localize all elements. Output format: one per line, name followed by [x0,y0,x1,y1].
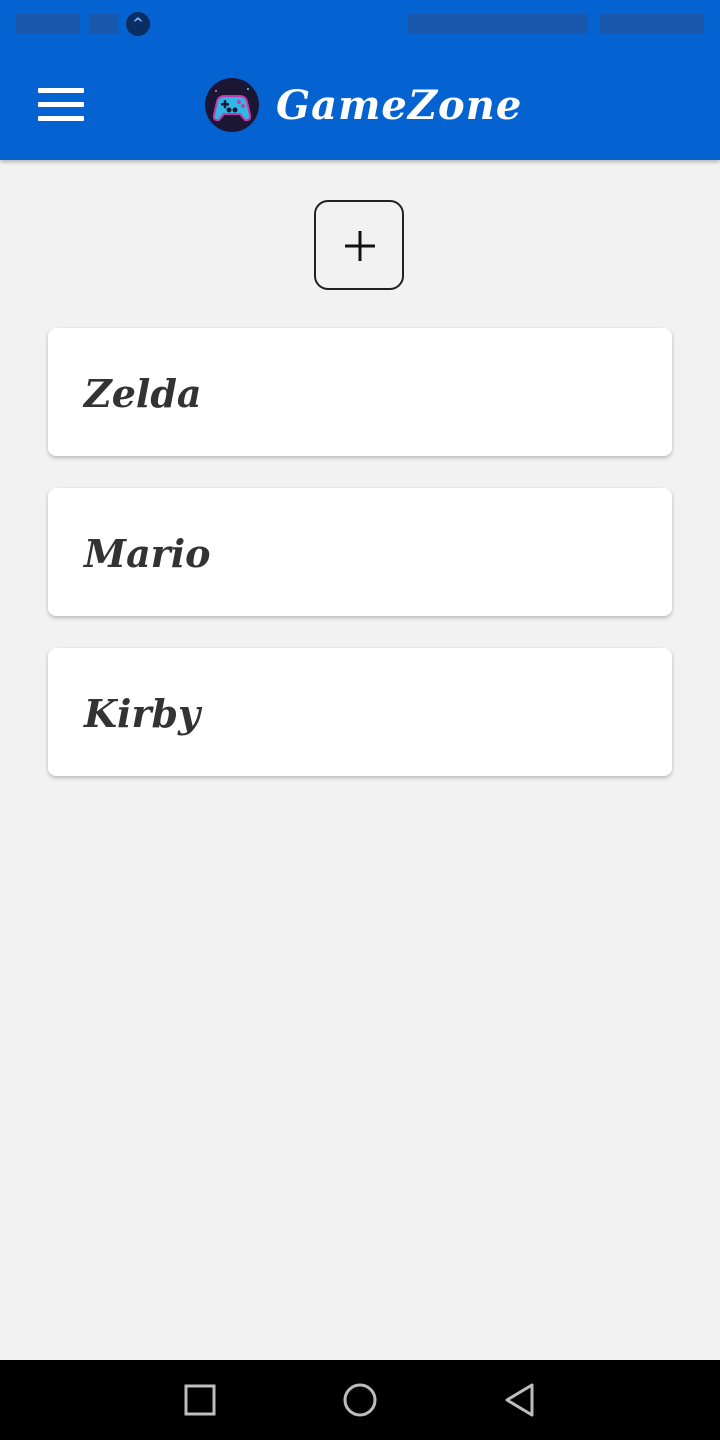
game-list: Zelda Mario Kirby [48,328,672,808]
hamburger-menu-icon[interactable] [28,78,96,130]
recents-square-icon[interactable] [180,1380,220,1420]
app-header: ^ GameZone [0,0,720,160]
status-bar-battery-blurred [600,14,704,34]
notification-app-icon: ^ [126,12,150,36]
back-triangle-icon[interactable] [500,1380,540,1420]
status-bar-carrier-blurred [16,14,80,34]
game-card-kirby[interactable]: Kirby [48,648,672,776]
status-bar: ^ [0,0,720,48]
gamepad-logo-icon [205,78,259,132]
app-title: GameZone [276,82,523,129]
game-card-mario[interactable]: Mario [48,488,672,616]
status-bar-network-blurred [90,14,118,34]
plus-icon [345,231,375,261]
game-name: Mario [84,531,211,576]
system-navigation-bar [0,1360,720,1440]
status-bar-indicators-blurred [408,14,588,34]
game-name: Zelda [84,371,202,416]
game-name: Kirby [84,691,201,736]
game-card-zelda[interactable]: Zelda [48,328,672,456]
add-game-button[interactable] [314,200,404,290]
home-circle-icon[interactable] [340,1380,380,1420]
